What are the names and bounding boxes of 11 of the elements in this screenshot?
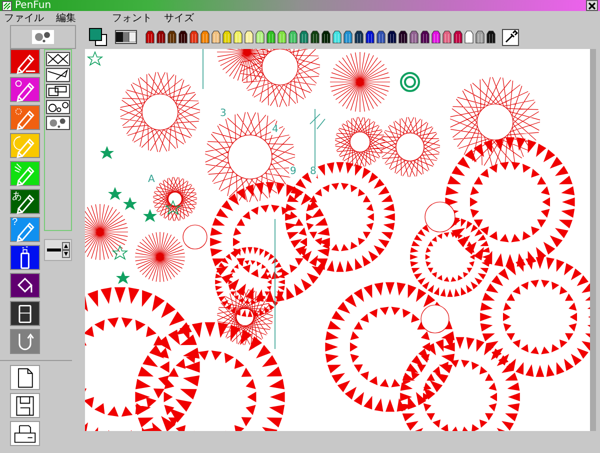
canvas-text: 8 [309,167,318,177]
tool-button[interactable]: あ [10,189,40,214]
menu-item[interactable]: ファイル [4,11,44,25]
canvas-text: 3 [219,109,228,119]
canvas-text: 9 [289,167,298,177]
canvas-text: 4 [271,125,280,135]
menu-item[interactable]: フォント [112,11,152,25]
window-title: PenFun [15,0,52,11]
canvas-text: A [147,175,156,185]
menu-item[interactable]: 編集 [56,11,76,25]
menu-item[interactable]: サイズ [164,11,194,25]
